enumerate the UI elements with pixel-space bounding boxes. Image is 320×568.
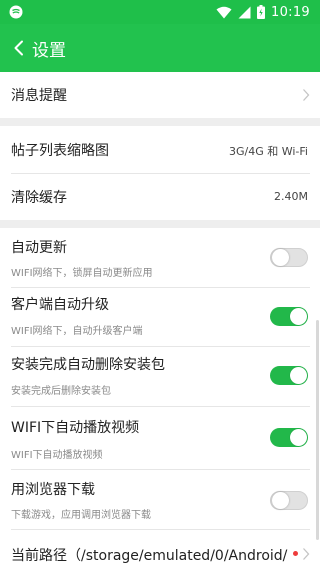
client-upgrade-toggle[interactable]	[270, 307, 308, 326]
chevron-right-icon	[303, 89, 310, 101]
setting-description: WIFI网络下，锁屏自动更新应用	[11, 268, 153, 279]
setting-label: 消息提醒	[11, 88, 67, 104]
new-badge-dot	[293, 551, 298, 556]
setting-description: WIFI下自动播放视频	[11, 450, 103, 461]
signal-icon	[238, 6, 251, 18]
page-title: 设置	[32, 40, 66, 61]
browser-download-toggle[interactable]	[270, 491, 308, 510]
setting-label: 用浏览器下载	[11, 482, 95, 498]
setting-label: 清除缓存	[11, 190, 67, 206]
autoplay-video-toggle[interactable]	[270, 428, 308, 447]
auto-update-toggle[interactable]	[270, 248, 308, 267]
app-bar: 设置	[0, 24, 320, 72]
setting-row-current-path[interactable]: 当前路径（/storage/emulated/0/Android/da	[0, 529, 320, 568]
scrollbar[interactable]	[316, 320, 319, 540]
wifi-icon	[216, 6, 232, 18]
setting-row-client-upgrade: 客户端自动升级 WIFI网络下，自动升级客户端	[0, 287, 320, 346]
setting-label: 帖子列表缩略图	[11, 143, 109, 159]
setting-label: WIFI下自动播放视频	[11, 420, 140, 436]
chevron-right-icon	[303, 548, 310, 560]
section-notifications: 消息提醒	[0, 72, 320, 118]
clock: 10:19	[271, 4, 310, 20]
setting-row-thumbnails[interactable]: 帖子列表缩略图 3G/4G 和 Wi-Fi	[0, 126, 320, 173]
setting-row-browser-download: 用浏览器下载 下载游戏，应用调用浏览器下载	[0, 469, 320, 529]
section-display: 帖子列表缩略图 3G/4G 和 Wi-Fi 清除缓存 2.40M	[0, 126, 320, 220]
app-notification-icon	[9, 5, 23, 19]
setting-row-autoplay-video: WIFI下自动播放视频 WIFI下自动播放视频	[0, 406, 320, 469]
setting-row-delete-package: 安装完成自动删除安装包 安装完成后删除安装包	[0, 346, 320, 406]
setting-description: 下载游戏，应用调用浏览器下载	[11, 510, 151, 521]
setting-label: 安装完成自动删除安装包	[11, 357, 165, 373]
delete-package-toggle[interactable]	[270, 366, 308, 385]
battery-icon	[257, 5, 266, 19]
setting-label: 自动更新	[11, 240, 67, 256]
setting-row-auto-update: 自动更新 WIFI网络下，锁屏自动更新应用	[0, 228, 320, 287]
setting-row-cache[interactable]: 清除缓存 2.40M	[0, 173, 320, 220]
setting-description: WIFI网络下，自动升级客户端	[11, 326, 143, 337]
chevron-left-icon[interactable]	[12, 40, 26, 56]
setting-description: 安装完成后删除安装包	[11, 386, 111, 397]
setting-label: 客户端自动升级	[11, 297, 109, 313]
setting-value: 3G/4G 和 Wi-Fi	[229, 145, 308, 158]
setting-row-notifications[interactable]: 消息提醒	[0, 72, 320, 118]
setting-label: 当前路径（/storage/emulated/0/Android/da	[11, 548, 288, 564]
setting-value: 2.40M	[274, 190, 308, 203]
section-downloads: 自动更新 WIFI网络下，锁屏自动更新应用 客户端自动升级 WIFI网络下，自动…	[0, 228, 320, 568]
status-bar: 10:19	[0, 0, 320, 24]
